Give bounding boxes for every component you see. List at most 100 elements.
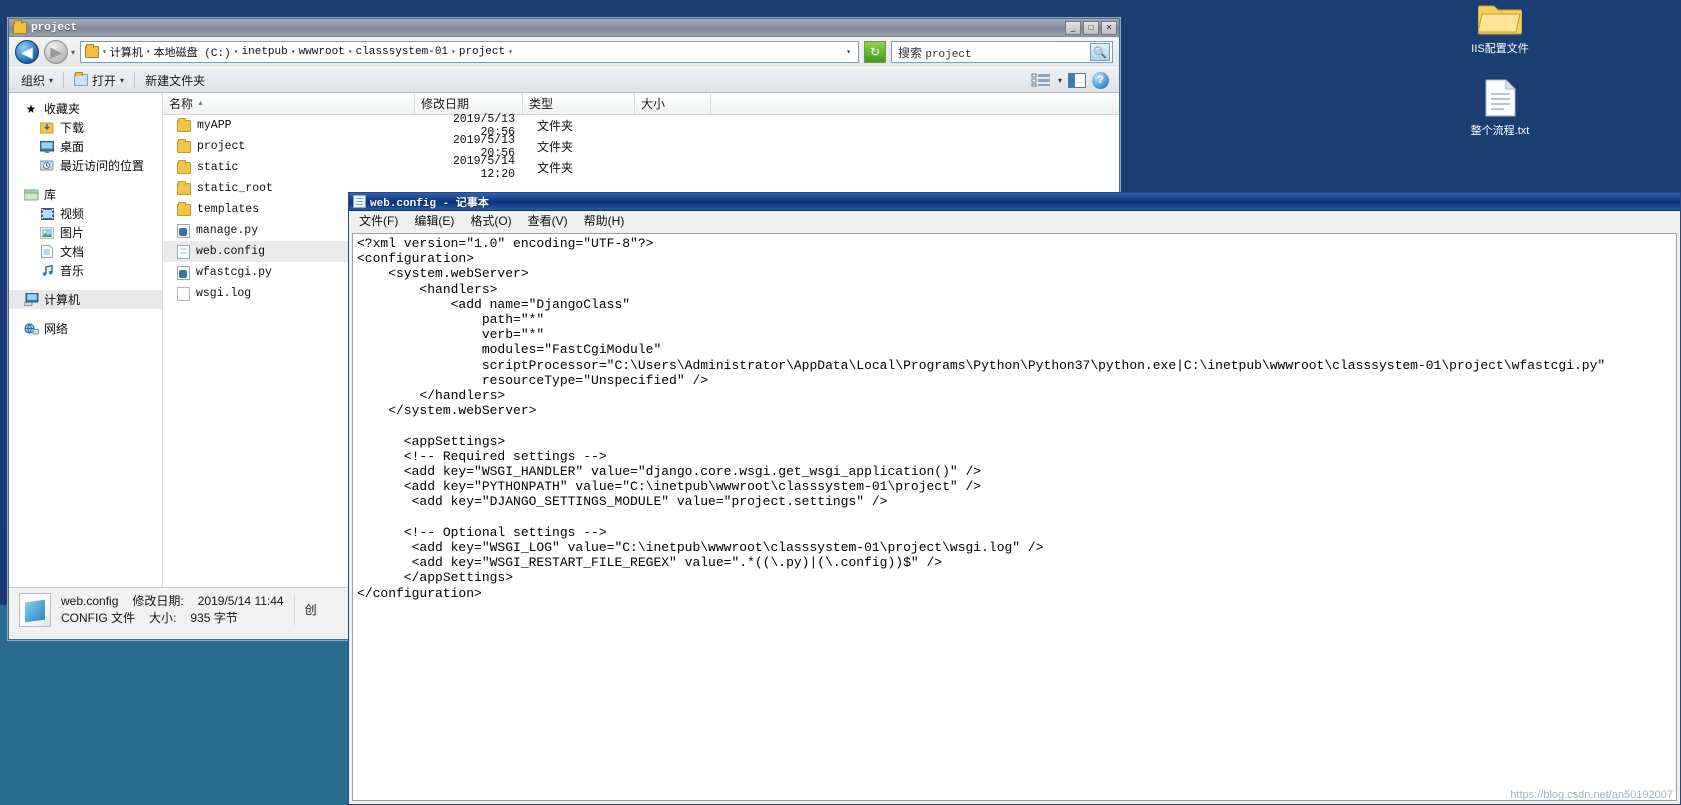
sidebar-item-label: 图片 <box>60 226 85 240</box>
details-file-type: CONFIG 文件 <box>61 610 135 625</box>
sidebar-item-music[interactable]: 音乐 <box>9 261 162 280</box>
column-header-label: 修改日期 <box>421 97 470 111</box>
recent-places-icon <box>39 159 55 173</box>
table-row[interactable]: project 2019/5/13 20:56 文件夹 <box>163 134 1119 160</box>
sidebar-item-label: 收藏夹 <box>44 102 81 116</box>
desktop-icon-iis-config-file[interactable]: IIS配置文件 <box>1452 0 1548 56</box>
folder-icon <box>13 19 27 34</box>
file-name-cell: project <box>163 138 415 153</box>
column-header-label: 名称 <box>169 97 194 111</box>
sidebar-item-pictures[interactable]: 图片 <box>9 223 162 242</box>
column-header-date[interactable]: 修改日期 <box>415 93 523 114</box>
address-dropdown-icon[interactable]: ▾ <box>846 47 854 57</box>
folder-icon <box>177 117 191 132</box>
nav-group-network: 网络 <box>9 319 162 338</box>
breadcrumb-separator[interactable]: ▾ <box>146 47 151 57</box>
breadcrumb-item-4[interactable]: classsystem-01 <box>356 46 448 58</box>
sidebar-item-network[interactable]: 网络 <box>9 319 162 338</box>
notepad-titlebar[interactable]: web.config - 记事本 <box>349 193 1680 211</box>
preview-pane-icon[interactable] <box>1068 72 1086 88</box>
address-bar-row[interactable]: ◀ ▶ ▾ ▾ 计算机 ▾ 本地磁盘 (C:) ▾ inetpub ▾ wwwr… <box>9 37 1119 67</box>
nav-group-computer: 计算机 <box>9 290 162 309</box>
close-button[interactable]: ✕ <box>1101 20 1117 35</box>
search-icon[interactable]: 🔍 <box>1090 43 1110 61</box>
new-folder-label: 新建文件夹 <box>145 73 206 88</box>
file-type-cell: 文件夹 <box>537 119 574 133</box>
table-row[interactable]: myAPP 2019/5/13 20:56 文件夹 <box>163 113 1119 139</box>
notepad-menubar[interactable]: 文件(F) 编辑(E) 格式(O) 查看(V) 帮助(H) <box>349 211 1680 230</box>
menu-view[interactable]: 查看(V) <box>528 212 568 229</box>
breadcrumb-separator[interactable]: ▾ <box>348 47 353 57</box>
column-header-size[interactable]: 大小 <box>635 93 711 114</box>
sidebar-item-documents[interactable]: 文档 <box>9 242 162 261</box>
maximize-button[interactable]: □ <box>1083 20 1099 35</box>
minimize-button[interactable]: _ <box>1065 20 1081 35</box>
sidebar-item-label: 计算机 <box>44 293 81 307</box>
organize-button[interactable]: 组织 ▾ <box>15 70 59 91</box>
window-buttons[interactable]: _ □ ✕ <box>1065 20 1117 35</box>
menu-edit[interactable]: 编辑(E) <box>414 212 454 229</box>
search-input[interactable]: 搜索 project 🔍 <box>891 41 1113 63</box>
desktop-color-band <box>0 633 348 805</box>
back-button[interactable]: ◀ <box>15 40 39 64</box>
breadcrumb-separator[interactable]: ▾ <box>291 47 296 57</box>
toolbar-divider <box>134 72 136 88</box>
chevron-down-icon: ▾ <box>49 75 54 85</box>
chevron-down-icon[interactable]: ▾ <box>1058 76 1062 85</box>
breadcrumb-item-5[interactable]: project <box>459 46 505 58</box>
notepad-content: <?xml version="1.0" encoding="UTF-8"?> <… <box>357 236 1606 601</box>
new-folder-button[interactable]: 新建文件夹 <box>139 70 211 91</box>
sidebar-item-libraries[interactable]: 库 <box>9 185 162 204</box>
refresh-icon[interactable]: ↻ <box>864 41 886 63</box>
sidebar-item-downloads[interactable]: 下载 <box>9 118 162 137</box>
recent-pages-dropdown-icon[interactable]: ▾ <box>71 48 75 57</box>
breadcrumb-item-3[interactable]: wwwroot <box>299 46 345 58</box>
desktop-icon-whole-process-txt[interactable]: 整个流程.txt <box>1452 78 1548 138</box>
file-list-header[interactable]: 名称 ▲ 修改日期 类型 大小 <box>163 93 1119 115</box>
table-row[interactable]: static 2019/5/14 12:20 文件夹 <box>163 155 1119 181</box>
menu-file[interactable]: 文件(F) <box>359 212 398 229</box>
sidebar-item-label: 网络 <box>44 322 69 336</box>
organize-label: 组织 <box>21 73 46 88</box>
breadcrumb-item-0[interactable]: 计算机 <box>110 44 143 60</box>
sidebar-item-videos[interactable]: 视频 <box>9 204 162 223</box>
notepad-window[interactable]: web.config - 记事本 文件(F) 编辑(E) 格式(O) 查看(V)… <box>348 192 1681 805</box>
column-header-type[interactable]: 类型 <box>523 93 635 114</box>
notepad-title: web.config - 记事本 <box>370 197 489 210</box>
command-bar[interactable]: 组织 ▾ 打开 ▾ 新建文件夹 ▾ ? <box>9 67 1119 93</box>
breadcrumb-separator[interactable]: ▾ <box>451 47 456 57</box>
open-label: 打开 <box>92 73 117 88</box>
breadcrumb-separator[interactable]: ▾ <box>234 47 239 57</box>
navigation-pane[interactable]: ★ 收藏夹 下载 桌面 最近访问的位置 库 视频 图片 文档 音乐 计算机 网络 <box>9 93 163 587</box>
python-file-icon <box>177 265 190 280</box>
menu-help[interactable]: 帮助(H) <box>584 212 625 229</box>
sidebar-item-label: 桌面 <box>60 140 85 154</box>
sidebar-item-desktop[interactable]: 桌面 <box>9 137 162 156</box>
config-file-icon <box>177 244 190 259</box>
sidebar-item-favorites[interactable]: ★ 收藏夹 <box>9 99 162 118</box>
column-header-name[interactable]: 名称 ▲ <box>163 93 415 114</box>
sidebar-item-computer[interactable]: 计算机 <box>9 290 162 309</box>
breadcrumb-item-1[interactable]: 本地磁盘 (C:) <box>154 44 231 60</box>
breadcrumb-item-2[interactable]: inetpub <box>242 46 288 58</box>
forward-button[interactable]: ▶ <box>44 40 68 64</box>
menu-format[interactable]: 格式(O) <box>470 212 511 229</box>
python-file-icon <box>177 223 190 238</box>
details-modified-value: 2019/5/14 11:44 <box>197 593 284 608</box>
desktop-icon-label: IIS配置文件 <box>1471 43 1529 55</box>
breadcrumb-separator[interactable]: ▾ <box>508 47 513 57</box>
open-button[interactable]: 打开 ▾ <box>68 70 130 91</box>
explorer-titlebar[interactable]: project _ □ ✕ <box>9 19 1119 37</box>
desktop-icon-label: 整个流程.txt <box>1470 125 1530 137</box>
sidebar-item-label: 文档 <box>60 245 85 259</box>
breadcrumb-separator: ▾ <box>102 48 107 57</box>
view-list-icon[interactable] <box>1030 71 1052 89</box>
textfile-icon <box>1452 78 1548 122</box>
address-breadcrumb-bar[interactable]: ▾ 计算机 ▾ 本地磁盘 (C:) ▾ inetpub ▾ wwwroot ▾ … <box>80 41 859 63</box>
details-file-name: web.config <box>61 593 119 608</box>
command-bar-right[interactable]: ▾ ? <box>1030 71 1113 89</box>
notepad-text-area[interactable]: <?xml version="1.0" encoding="UTF-8"?> <… <box>352 233 1677 801</box>
chevron-down-icon: ▾ <box>120 75 125 85</box>
sidebar-item-recent-places[interactable]: 最近访问的位置 <box>9 156 162 175</box>
help-icon[interactable]: ? <box>1092 71 1109 89</box>
